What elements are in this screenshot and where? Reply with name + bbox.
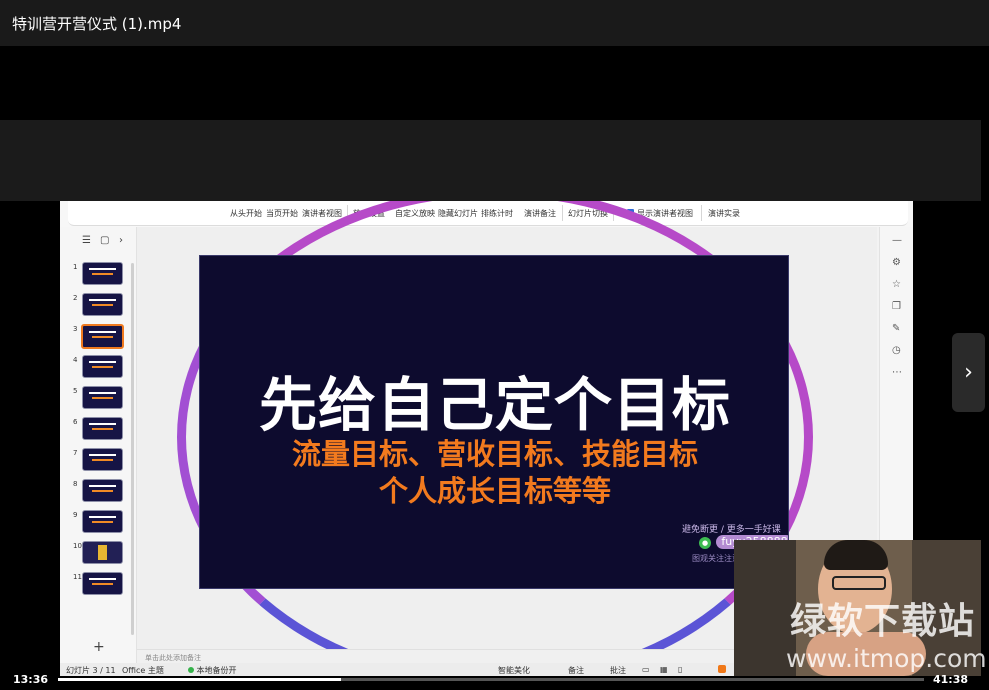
minus-icon[interactable]: — [892,235,902,246]
thumbnail-scrollbar[interactable] [131,263,134,635]
slide-number: 11 [73,573,82,581]
history-icon[interactable]: ◷ [892,345,901,356]
list-view-icon[interactable]: ☰ [82,235,91,246]
slide-number: 4 [73,356,78,364]
slide-number: 5 [73,387,78,395]
wechat-icon: ● [699,537,711,549]
chevron-right-icon[interactable]: › [119,235,123,246]
slide-number: 6 [73,418,78,426]
slide-number: 10 [73,542,82,550]
slide-number: 9 [73,511,78,519]
normal-view-icon[interactable]: ▭ [642,665,650,674]
more-icon[interactable]: ⋯ [892,367,902,378]
sorter-view-icon[interactable]: ▦ [660,665,668,674]
current-slide: 先给自己定个目标 流量目标、营收目标、技能目标 个人成长目标等等 避免断更 / … [199,255,789,589]
status-dot-icon [188,667,194,673]
video-title: 特训营开营仪式 (1).mp4 [12,14,182,33]
current-time: 13:36 [13,673,49,686]
star-icon[interactable]: ☆ [892,279,901,290]
slide-thumbnail[interactable] [82,262,123,285]
from-current-button[interactable]: 当页开始 [266,208,298,219]
slide-thumbnail[interactable] [82,479,123,502]
thumbnail-view-icon[interactable]: ▢ [100,235,109,246]
slide-thumbnail[interactable] [82,510,123,533]
slide-thumbnail[interactable] [82,572,123,595]
slide-number: 3 [73,325,78,333]
next-video-button[interactable]: › [952,333,985,412]
comments-button[interactable]: 批注 [610,665,626,676]
total-time: 41:38 [933,673,969,686]
edit-icon[interactable]: ✎ [892,323,900,334]
watermark-text: 避免断更 / 更多一手好课 [682,525,781,535]
progress-fill [58,678,342,681]
backup-label: 本地备份开 [196,666,237,675]
slide-thumbnail[interactable] [82,355,123,378]
slide-thumbnail[interactable] [82,293,123,316]
slide-thumbnail[interactable] [82,386,123,409]
presenter-view-button[interactable]: 演讲者视图 [302,208,342,219]
slide-number: 8 [73,480,78,488]
theme-label: Office 主题 [122,666,164,675]
notes-toggle-button[interactable]: 备注 [568,665,584,676]
copy-icon[interactable]: ❐ [892,301,901,312]
slide-thumbnail[interactable] [82,448,123,471]
slide-title: 先给自己定个目标 [258,371,731,439]
from-start-button[interactable]: 从头开始 [230,208,262,219]
chevron-right-icon: › [964,360,973,385]
presenter-glasses [832,576,886,590]
play-slideshow-icon[interactable] [718,665,726,673]
adjust-icon[interactable]: ⚙ [892,257,901,268]
smart-beautify-button[interactable]: 智能美化 [498,665,530,676]
thumbnail-panel: ☰ ▢ › 1 2 3 4 5 6 7 8 9 10 11 + [60,227,137,667]
ribbon-divider [701,205,702,221]
backup-status[interactable]: 本地备份开 [188,665,237,676]
letterbox-band [0,120,981,201]
reading-view-icon[interactable]: ▯ [678,665,682,674]
slide-subtitle: 流量目标、营收目标、技能目标 [291,437,698,471]
site-url-watermark: www.itmop.com [786,644,987,673]
slide-number: 1 [73,263,78,271]
slide-counter: 幻灯片 3 / 11 [66,666,116,675]
video-titlebar: 特训营开营仪式 (1).mp4 [0,0,989,46]
slide-number: 7 [73,449,78,457]
slide-subtitle: 个人成长目标等等 [378,474,611,508]
slide-thumbnail-selected[interactable] [81,324,124,349]
slide-thumbnail[interactable] [82,417,123,440]
slide-number: 2 [73,294,78,302]
speech-record-button[interactable]: 演讲实录 [708,208,740,219]
slide-thumbnail[interactable] [82,541,123,564]
add-slide-icon[interactable]: + [93,639,105,655]
presenter-hair [824,540,888,570]
site-watermark: 绿软下载站 [790,601,976,642]
